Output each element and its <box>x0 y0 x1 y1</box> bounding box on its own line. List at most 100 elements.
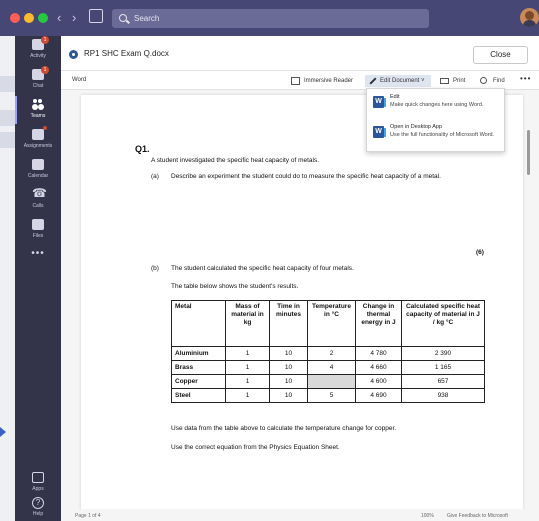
print-button[interactable]: Print <box>440 75 465 87</box>
phone-icon <box>32 186 47 200</box>
table-row: Brass 1 10 4 4 660 1 165 <box>171 360 485 375</box>
avatar[interactable] <box>520 8 539 27</box>
instruction-text: Use data from the table above to calcula… <box>171 425 397 432</box>
table-cell: Steel <box>171 388 226 403</box>
rail-label: Help <box>32 511 44 517</box>
table-cell: 10 <box>269 346 308 361</box>
pointer-arrow-icon <box>0 427 6 437</box>
apps-icon <box>32 472 44 483</box>
table-row: Steel 1 10 5 4 690 938 <box>171 388 485 403</box>
rail-label: Teams <box>30 113 46 119</box>
rail-label: Calendar <box>27 173 49 179</box>
word-file-icon <box>69 50 78 59</box>
maximize-window-icon[interactable] <box>38 13 48 23</box>
rail-label: Files <box>32 233 44 239</box>
table-cell: 1 <box>225 360 270 375</box>
rail-item-chat[interactable]: 1 Chat <box>15 66 61 96</box>
table-row: Copper 1 10 4 600 657 <box>171 374 485 389</box>
file-icon <box>32 219 44 230</box>
table-cell: 2 <box>307 346 356 361</box>
app-label: Word <box>72 77 87 83</box>
more-apps-button[interactable]: ••• <box>15 248 61 259</box>
document-viewport[interactable]: Q1. A student investigated the specific … <box>61 91 539 509</box>
table-cell: 10 <box>269 374 308 389</box>
feedback-link[interactable]: Give Feedback to Microsoft <box>447 513 508 519</box>
vertical-scrollbar[interactable] <box>527 130 530 175</box>
strip-row <box>0 132 15 148</box>
title-bar: ‹ › Search <box>0 0 539 36</box>
background-window-strip <box>0 36 15 521</box>
page-indicator: Page 1 of 4 <box>75 513 101 519</box>
part-b-subtext: The table below shows the student's resu… <box>171 283 299 290</box>
table-cell: 10 <box>269 388 308 403</box>
immersive-reader-icon <box>291 77 300 85</box>
more-options-button[interactable]: ••• <box>520 74 531 83</box>
rail-item-activity[interactable]: 1 Activity <box>15 36 61 66</box>
assignments-dot-badge <box>43 126 47 130</box>
teams-icon <box>32 99 44 110</box>
rail-label: Chat <box>32 83 44 89</box>
help-icon: ? <box>32 497 44 509</box>
results-table: Metal Mass of material in kg Time in min… <box>171 300 485 403</box>
menu-item-description: Use the full functionality of Microsoft … <box>390 132 495 138</box>
table-cell: 657 <box>401 374 485 389</box>
file-name: RP1 SHC Exam Q.docx <box>84 49 169 58</box>
table-cell: Aluminium <box>171 346 226 361</box>
rail-item-files[interactable]: Files <box>15 216 61 246</box>
zoom-level[interactable]: 100% <box>421 513 434 519</box>
app-rail: 1 Activity 1 Chat Teams Assignments Cale… <box>15 36 61 521</box>
close-window-icon[interactable] <box>10 13 20 23</box>
chevron-left-icon[interactable]: ‹ <box>57 10 61 25</box>
table-cell: Brass <box>171 360 226 375</box>
table-cell: 4 600 <box>355 374 402 389</box>
table-cell: 1 <box>225 346 270 361</box>
table-cell: 4 660 <box>355 360 402 375</box>
rail-item-assignments[interactable]: Assignments <box>15 126 61 156</box>
rail-label: Calls <box>32 203 44 209</box>
part-b-label: (b) <box>151 265 159 272</box>
pencil-icon <box>369 77 377 85</box>
column-header: Mass of material in kg <box>225 300 270 347</box>
table-cell: 5 <box>307 388 356 403</box>
question-number: Q1. <box>135 144 150 154</box>
column-header: Change in thermal energy in J <box>355 300 402 347</box>
table-cell: 4 690 <box>355 388 402 403</box>
menu-item-title: Open in Desktop App <box>390 124 442 130</box>
find-button[interactable]: Find <box>480 75 505 87</box>
rail-label: Assignments <box>23 143 53 149</box>
immersive-reader-button[interactable]: Immersive Reader <box>291 75 353 87</box>
table-cell: 1 165 <box>401 360 485 375</box>
table-cell: 2 390 <box>401 346 485 361</box>
printer-icon <box>440 78 449 84</box>
close-button[interactable]: Close <box>473 46 528 64</box>
column-header: Time in minutes <box>269 300 308 347</box>
chevron-right-icon[interactable]: › <box>72 10 76 25</box>
column-header: Temperature in °C <box>307 300 356 347</box>
status-bar: Page 1 of 4 100% Give Feedback to Micros… <box>61 509 539 521</box>
table-row: Aluminium 1 10 2 4 780 2 390 <box>171 346 485 361</box>
minimize-window-icon[interactable] <box>24 13 34 23</box>
rail-label: Activity <box>30 53 46 59</box>
main-content: RP1 SHC Exam Q.docx Close Word Immersive… <box>61 36 539 521</box>
rail-item-help[interactable]: ? Help <box>15 494 61 521</box>
chat-badge: 1 <box>41 66 49 74</box>
menu-item-edit[interactable]: W Edit Make quick changes here using Wor… <box>367 91 506 121</box>
file-header: RP1 SHC Exam Q.docx Close <box>61 36 539 71</box>
rail-item-calendar[interactable]: Calendar <box>15 156 61 186</box>
part-a-marks: (6) <box>476 249 484 256</box>
search-input[interactable]: Search <box>112 9 429 28</box>
rail-item-teams[interactable]: Teams <box>15 96 61 126</box>
strip-row <box>0 110 15 126</box>
menu-item-open-desktop[interactable]: W Open in Desktop App Use the full funct… <box>367 121 506 151</box>
assignments-icon <box>32 129 44 140</box>
table-cell: 1 <box>225 374 270 389</box>
table-header-row: Metal Mass of material in kg Time in min… <box>171 300 485 347</box>
rail-label: Apps <box>32 486 44 492</box>
part-b-text: The student calculated the specific heat… <box>171 265 354 272</box>
rail-item-calls[interactable]: Calls <box>15 186 61 216</box>
column-header: Metal <box>171 300 226 347</box>
compose-icon[interactable] <box>89 9 103 23</box>
immersive-reader-label: Immersive Reader <box>304 78 354 84</box>
edit-document-button[interactable]: Edit Document ˅ <box>365 75 431 87</box>
search-placeholder: Search <box>134 14 160 23</box>
